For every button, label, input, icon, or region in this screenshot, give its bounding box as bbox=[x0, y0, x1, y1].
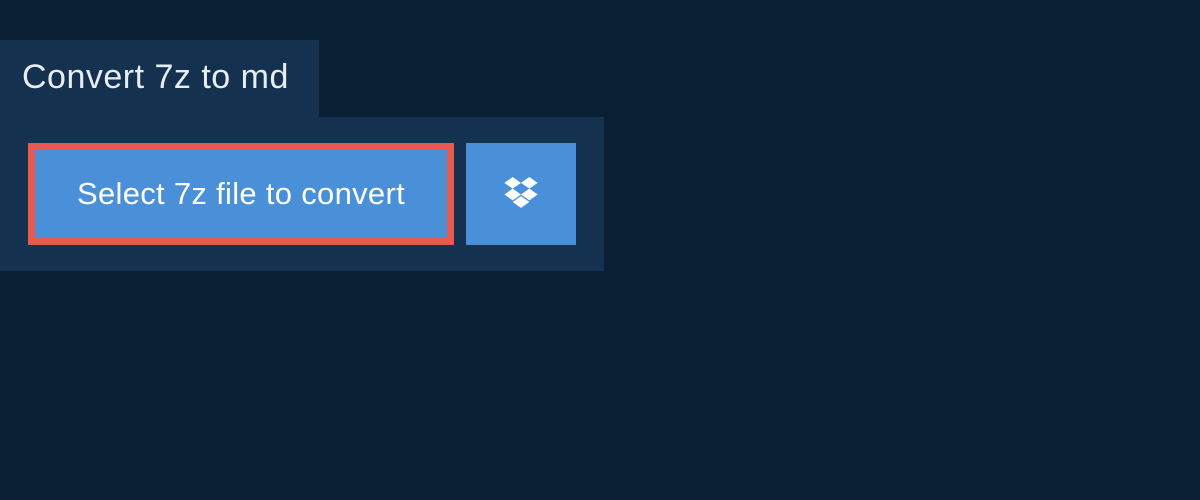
select-file-button[interactable]: Select 7z file to convert bbox=[28, 143, 454, 245]
select-file-label: Select 7z file to convert bbox=[77, 176, 405, 212]
tab-convert[interactable]: Convert 7z to md bbox=[0, 40, 319, 117]
dropbox-icon bbox=[501, 172, 541, 217]
dropbox-button[interactable] bbox=[466, 143, 576, 245]
converter-panel: Select 7z file to convert bbox=[0, 117, 604, 271]
tab-title: Convert 7z to md bbox=[22, 58, 289, 96]
